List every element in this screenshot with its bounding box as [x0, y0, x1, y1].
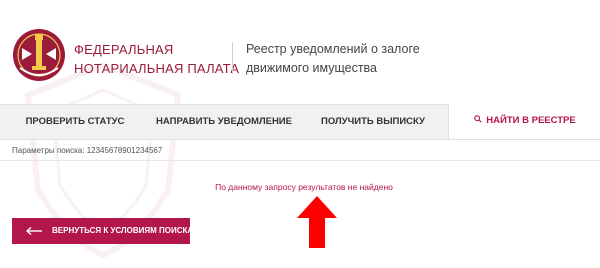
tab-search-registry[interactable]: НАЙТИ В РЕЕСТРЕ: [448, 104, 600, 139]
params-divider: [0, 160, 600, 161]
tab-label: НАПРАВИТЬ УВЕДОМЛЕНИЕ: [156, 116, 292, 127]
back-to-search-button[interactable]: ВЕРНУТЬСЯ К УСЛОВИЯМ ПОИСКА: [12, 218, 194, 244]
notary-emblem-icon: [13, 29, 65, 81]
org-name: ФЕДЕРАЛЬНАЯ НОТАРИАЛЬНАЯ ПАЛАТА: [74, 40, 240, 78]
main-nav-tabs: ПРОВЕРИТЬ СТАТУС НАПРАВИТЬ УВЕДОМЛЕНИЕ П…: [0, 104, 600, 140]
red-arrow-up-icon: [297, 196, 337, 248]
org-name-line1: ФЕДЕРАЛЬНАЯ: [74, 42, 174, 57]
tab-get-extract[interactable]: ПОЛУЧИТЬ ВЫПИСКУ: [298, 105, 448, 139]
tab-send-notification[interactable]: НАПРАВИТЬ УВЕДОМЛЕНИЕ: [150, 105, 298, 139]
tab-label: ПРОВЕРИТЬ СТАТУС: [25, 116, 125, 127]
back-button-label: ВЕРНУТЬСЯ К УСЛОВИЯМ ПОИСКА: [52, 226, 194, 235]
registry-title-line1: Реестр уведомлений о залоге: [246, 42, 420, 56]
header-divider: [232, 42, 233, 74]
search-icon: [474, 115, 482, 124]
tab-check-status[interactable]: ПРОВЕРИТЬ СТАТУС: [0, 105, 150, 139]
tab-label: ПОЛУЧИТЬ ВЫПИСКУ: [321, 116, 425, 127]
site-header: ФЕДЕРАЛЬНАЯ НОТАРИАЛЬНАЯ ПАЛАТА Реестр у…: [0, 0, 600, 104]
arrow-left-icon: [26, 227, 42, 235]
no-results-message: По данному запросу результатов не найден…: [215, 182, 393, 192]
registry-title: Реестр уведомлений о залоге движимого им…: [246, 40, 446, 78]
search-params: Параметры поиска: 12345678901234567: [12, 146, 163, 155]
tab-label: НАЙТИ В РЕЕСТРЕ: [486, 115, 576, 126]
org-name-line2: НОТАРИАЛЬНАЯ ПАЛАТА: [74, 61, 240, 76]
registry-title-line2: движимого имущества: [246, 61, 378, 75]
